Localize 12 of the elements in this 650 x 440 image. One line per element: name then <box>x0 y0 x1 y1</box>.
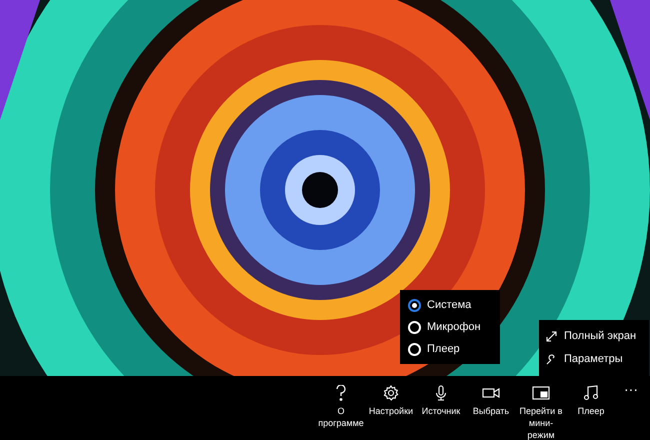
app-bar-button[interactable]: Перейти в мини-режим <box>516 376 566 440</box>
app-bar-button[interactable]: Настройки <box>366 376 416 417</box>
app-bar-button[interactable]: О программе <box>316 376 366 429</box>
more-button[interactable]: ··· <box>616 376 646 396</box>
menu-item[interactable]: Полный экран <box>539 325 649 348</box>
app-bar-button[interactable]: Источник <box>416 376 466 417</box>
radio-option[interactable]: Система <box>400 294 500 316</box>
app-bar-button[interactable]: Плеер <box>566 376 616 417</box>
app-bar-button[interactable]: Выбрать <box>466 376 516 417</box>
menu-item[interactable]: Параметры <box>539 348 649 371</box>
radio-option[interactable]: Микрофон <box>400 316 500 338</box>
radio-option[interactable]: Плеер <box>400 338 500 360</box>
